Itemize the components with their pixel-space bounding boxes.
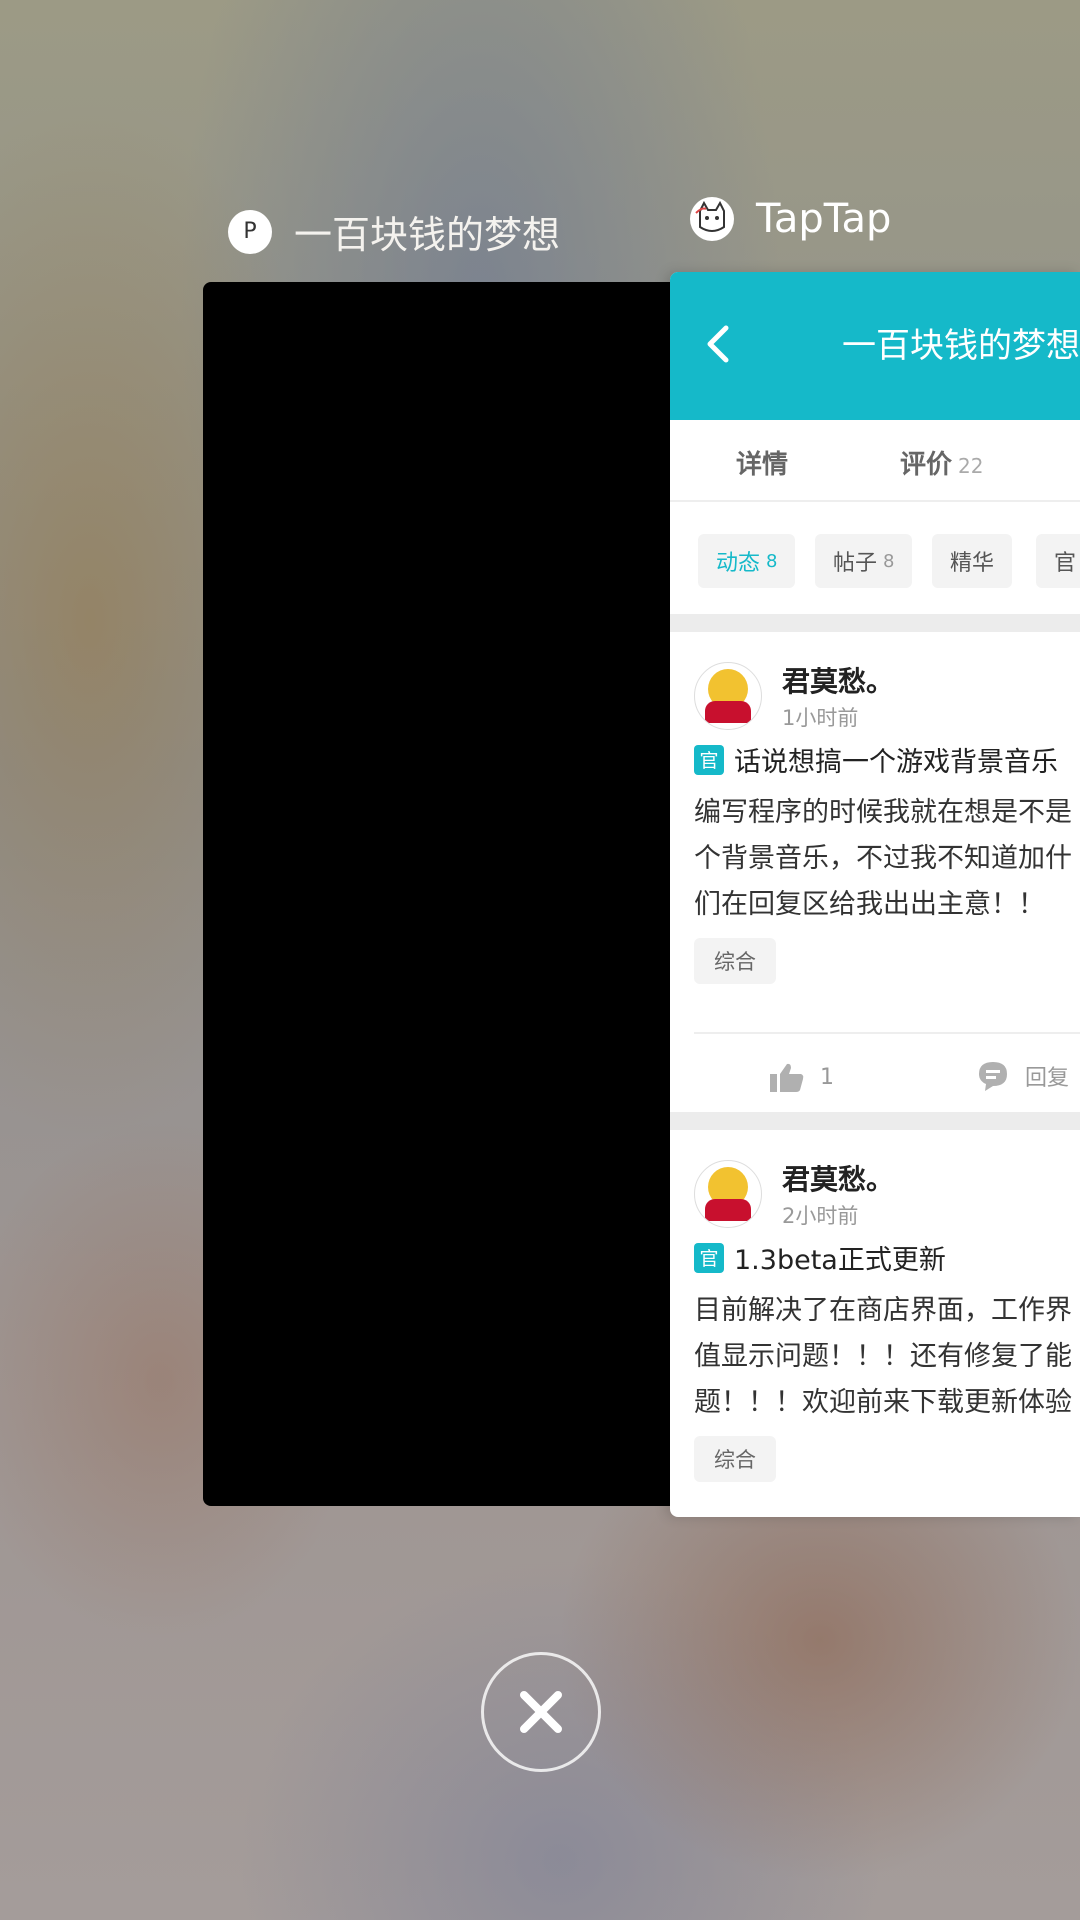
chip-count: 8 — [766, 550, 778, 572]
chip-label: 精华 — [950, 551, 995, 576]
tab-label: 详情 — [736, 450, 789, 480]
chip-label: 帖子 — [833, 551, 878, 576]
post-title-text: 1.3beta正式更新 — [734, 1245, 946, 1276]
chip-official[interactable]: 官 — [1036, 534, 1080, 588]
post-title[interactable]: 官 1.3beta正式更新 — [694, 1238, 946, 1277]
post-card[interactable]: 君莫愁。 1小时前 官 话说想搞一个游戏背景音乐 编写程序的时候我就在想是不是 … — [670, 632, 1080, 1004]
recent-app-title-right[interactable]: TapTap — [690, 196, 891, 242]
chip-label: 动态 — [716, 551, 761, 576]
official-badge: 官 — [694, 744, 724, 775]
app-icon: P — [228, 209, 272, 254]
comment-icon — [979, 1062, 1007, 1091]
recent-app-card-left[interactable] — [203, 282, 703, 1506]
tab-reviews[interactable]: 评价 22 — [900, 444, 983, 481]
post-card[interactable]: 君莫愁。 2小时前 官 1.3beta正式更新 目前解决了在商店界面，工作界 值… — [670, 1130, 1080, 1517]
recent-app-card-right[interactable]: 一百块钱的梦想 详情 评价 22 动态 8 帖子 8 精华 官 君莫愁。 1小时前 官 — [670, 272, 1080, 1517]
avatar[interactable] — [694, 1160, 762, 1228]
app-header: 一百块钱的梦想 — [670, 272, 1080, 420]
post-body[interactable]: 目前解决了在商店界面，工作界 值显示问题！！！还有修复了能 题！！！欢迎前来下载… — [694, 1288, 1080, 1426]
thumbs-up-icon — [770, 1063, 804, 1092]
chip-label: 官 — [1054, 551, 1077, 576]
section-divider — [670, 614, 1080, 632]
section-divider — [670, 1112, 1080, 1130]
chip-count: 8 — [883, 550, 895, 572]
post-title[interactable]: 官 话说想搞一个游戏背景音乐 — [694, 740, 1058, 779]
reply-label: 回复 — [1025, 1066, 1070, 1091]
close-all-button[interactable] — [481, 1652, 601, 1772]
avatar[interactable] — [694, 662, 762, 730]
post-author[interactable]: 君莫愁。 — [782, 1158, 894, 1198]
post-author[interactable]: 君莫愁。 — [782, 660, 894, 700]
like-button[interactable]: 1 — [770, 1062, 834, 1092]
tab-details[interactable]: 详情 — [736, 444, 788, 481]
chip-posts[interactable]: 帖子 8 — [815, 534, 913, 588]
recent-app-label-left: 一百块钱的梦想 — [294, 213, 561, 257]
official-badge: 官 — [694, 1242, 724, 1273]
taptap-cat-icon — [690, 197, 734, 241]
post-tag[interactable]: 综合 — [694, 938, 776, 984]
chip-feed[interactable]: 动态 8 — [698, 534, 796, 588]
filter-chips: 动态 8 帖子 8 精华 官 — [670, 504, 1080, 614]
like-count: 1 — [820, 1064, 834, 1090]
reply-button[interactable]: 回复 — [977, 1060, 1069, 1092]
recent-app-title-left[interactable]: P 一百块钱的梦想 — [228, 204, 560, 259]
post-body[interactable]: 编写程序的时候我就在想是不是 个背景音乐，不过我不知道加什 们在回复区给我出出主… — [694, 790, 1080, 928]
page-title: 一百块钱的梦想 — [842, 326, 1080, 366]
recent-app-label-right: TapTap — [756, 196, 892, 242]
post-divider — [694, 1032, 1080, 1034]
chip-featured[interactable]: 精华 — [932, 534, 1013, 588]
tab-count: 22 — [958, 454, 984, 478]
post-title-text: 话说想搞一个游戏背景音乐 — [734, 747, 1058, 778]
chevron-left-icon[interactable] — [698, 316, 738, 372]
post-tag[interactable]: 综合 — [694, 1436, 776, 1482]
post-time: 2小时前 — [782, 1204, 859, 1228]
close-icon — [520, 1691, 562, 1733]
tab-label: 评价 — [900, 450, 953, 480]
tab-bar: 详情 评价 22 — [670, 420, 1080, 502]
post-time: 1小时前 — [782, 706, 859, 730]
